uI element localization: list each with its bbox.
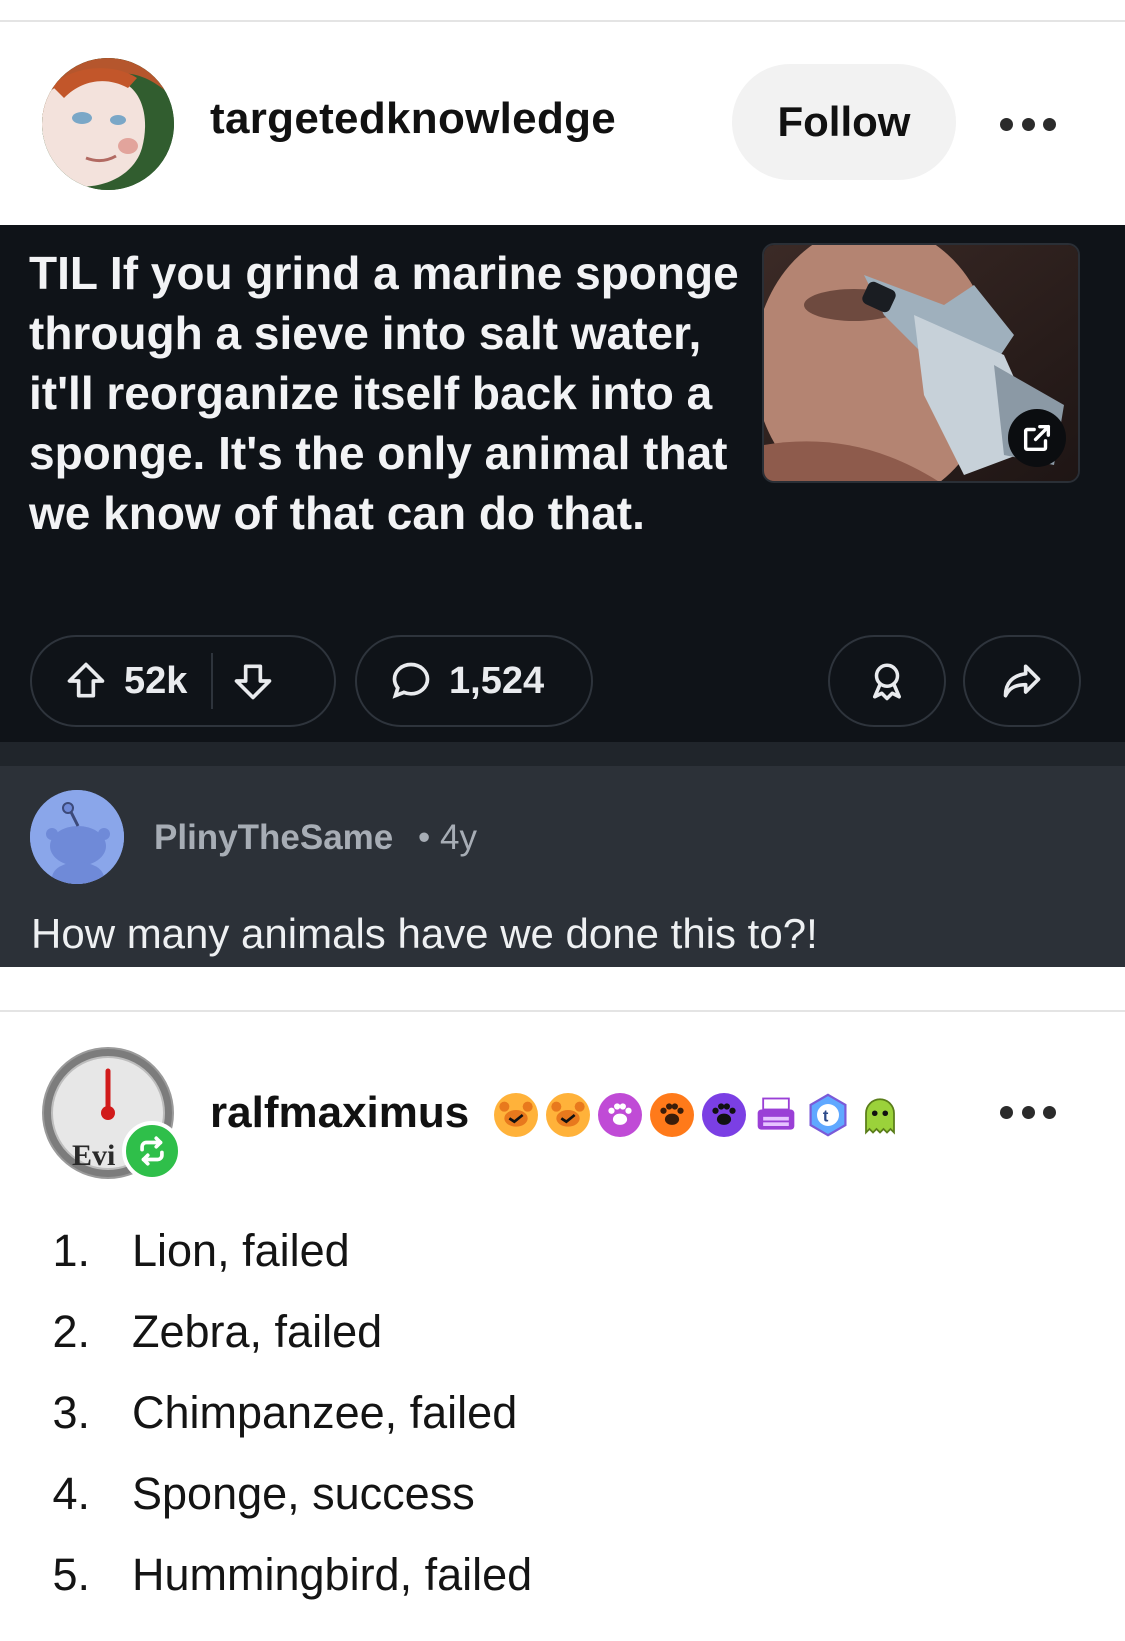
list-item: 2. Zebra, failed <box>52 1305 383 1357</box>
comment-author[interactable]: PlinyTheSame <box>154 818 393 858</box>
reply-more-options-icon[interactable] <box>1000 1102 1056 1122</box>
vote-bar: 52k <box>30 635 336 727</box>
upvote-count: 52k <box>124 659 188 702</box>
list-item: 4. Sponge, success <box>52 1467 475 1519</box>
paw-badge-icon[interactable] <box>650 1093 694 1137</box>
share-icon <box>1000 659 1044 703</box>
avatar[interactable] <box>42 58 174 190</box>
post-thumbnail[interactable] <box>762 243 1080 483</box>
post-title[interactable]: TIL If you grind a marine sponge through… <box>29 243 759 543</box>
list-item: 1. Lion, failed <box>52 1224 350 1276</box>
crab-badge-icon[interactable] <box>546 1093 590 1137</box>
post-author-name[interactable]: targetedknowledge <box>210 94 616 144</box>
comment-icon <box>389 659 433 703</box>
paw-badge-icon[interactable] <box>702 1093 746 1137</box>
user-badges: t <box>494 1093 902 1137</box>
comment-age: • 4y <box>418 818 477 857</box>
ghost-badge-icon[interactable] <box>858 1093 902 1137</box>
reblog-icon <box>122 1121 182 1181</box>
award-button[interactable] <box>828 635 946 727</box>
list-item: 5. Hummingbird, failed <box>52 1548 533 1600</box>
paw-badge-icon[interactable] <box>598 1093 642 1137</box>
reply-list: 1. Lion, failed 2. Zebra, failed 3. Chimpan… <box>44 1210 532 1615</box>
typewriter-badge-icon[interactable] <box>754 1093 798 1137</box>
comments-button[interactable]: 1,524 <box>355 635 593 727</box>
more-options-icon[interactable] <box>1000 114 1056 134</box>
comment-band <box>0 742 1125 766</box>
reply-author-name[interactable]: ralfmaximus <box>210 1088 469 1138</box>
crab-badge-icon[interactable] <box>494 1093 538 1137</box>
follow-button[interactable]: Follow <box>732 64 956 180</box>
downvote-icon[interactable] <box>231 659 275 703</box>
post-divider <box>0 1010 1125 1012</box>
vote-separator <box>211 653 214 709</box>
post-header: targetedknowledge Follow <box>0 22 1125 225</box>
list-item: 3. Chimpanzee, failed <box>52 1386 518 1438</box>
comment-text: How many animals have we done this to?! <box>31 910 818 957</box>
reply-avatar[interactable]: Evi <box>42 1047 182 1181</box>
reply-avatar-text: Evi <box>72 1139 115 1172</box>
embedded-reddit-post[interactable]: TIL If you grind a marine sponge through… <box>0 225 1125 742</box>
comment-avatar[interactable] <box>30 790 124 884</box>
share-button[interactable] <box>963 635 1081 727</box>
upvote-icon[interactable] <box>64 659 108 703</box>
award-icon <box>866 660 908 702</box>
svg-text:t: t <box>823 1107 829 1125</box>
comment-count: 1,524 <box>449 659 545 702</box>
tumblr-badge-icon[interactable]: t <box>806 1093 850 1137</box>
external-link-icon[interactable] <box>1008 409 1066 467</box>
